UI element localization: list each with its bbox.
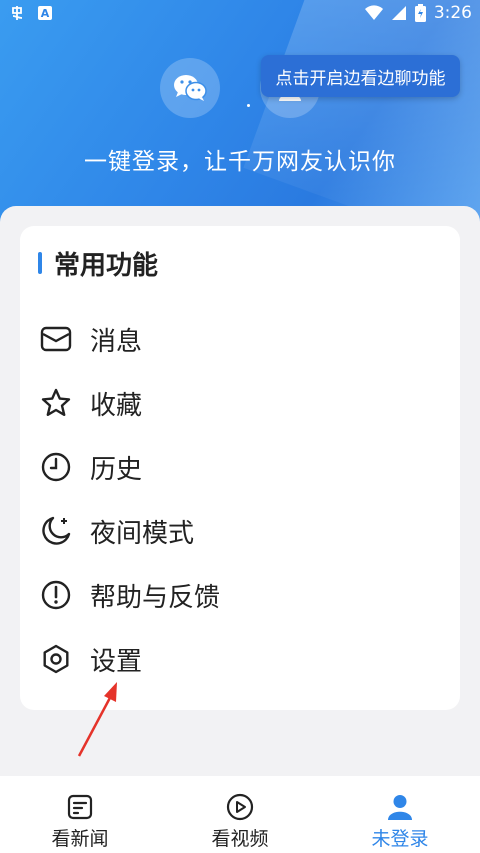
app-notification-icon [12,6,23,20]
tab-label: 未登录 [371,828,429,850]
news-icon [67,792,93,822]
tab-news[interactable]: 看新闻 [0,776,160,853]
tab-profile[interactable]: 未登录 [320,776,480,853]
menu-item-label: 设置 [90,646,143,677]
mail-icon [38,321,74,357]
status-bar: A 3:26 [0,0,480,28]
menu-item-label: 帮助与反馈 [90,582,221,613]
wifi-icon [364,5,383,21]
help-icon [38,577,74,613]
notification-badge: A [38,6,52,20]
menu-item-messages[interactable]: 消息 [38,314,438,364]
menu-item-night-mode[interactable]: 夜间模式 [38,506,438,556]
decorative-dot [247,104,250,107]
menu-item-label: 夜间模式 [90,518,195,549]
moon-icon [38,513,74,549]
tab-label: 看视频 [211,828,269,850]
bottom-tab-bar: 看新闻 看视频 未登录 [0,776,480,853]
settings-icon [38,641,74,677]
menu-item-help-feedback[interactable]: 帮助与反馈 [38,570,438,620]
card-title: 常用功能 [38,248,158,281]
common-functions-card: 常用功能 消息 收藏 历史 夜间模式 帮助与反馈 设置 [20,226,460,710]
title-accent-bar [38,252,42,274]
header-decoration [243,0,480,240]
menu-item-label: 收藏 [90,390,143,421]
card-title-text: 常用功能 [54,250,159,281]
clock-icon [38,449,74,485]
profile-header: A 3:26 点击开启边看边聊功能 一键登录，让千万网友认识你 [0,0,480,240]
signal-icon [391,6,406,20]
menu-item-favorites[interactable]: 收藏 [38,378,438,428]
video-icon [226,792,254,822]
menu-item-label: 消息 [90,326,143,357]
menu-item-label: 历史 [90,454,143,485]
wechat-icon [174,75,207,101]
menu-item-history[interactable]: 历史 [38,442,438,492]
tab-label: 看新闻 [51,828,109,850]
clock-time: 3:26 [433,3,472,23]
menu-item-settings[interactable]: 设置 [38,634,438,684]
tab-video[interactable]: 看视频 [160,776,320,853]
battery-icon [414,4,426,22]
side-chat-tooltip[interactable]: 点击开启边看边聊功能 [261,55,460,97]
profile-icon [386,792,414,822]
wechat-login-button[interactable] [160,58,220,118]
login-slogan[interactable]: 一键登录，让千万网友认识你 [0,142,480,176]
star-icon [38,385,74,421]
